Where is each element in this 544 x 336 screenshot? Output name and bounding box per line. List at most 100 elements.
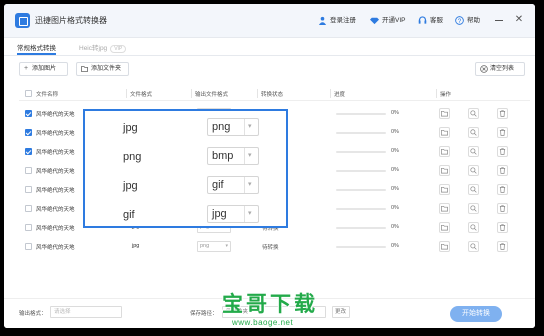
file-format: jpg <box>132 243 140 249</box>
preview-icon[interactable] <box>468 127 479 138</box>
clear-icon <box>480 65 488 73</box>
login-button[interactable]: 登录注册 <box>318 15 356 27</box>
open-folder-icon[interactable] <box>439 146 450 157</box>
output-format-dropdown[interactable]: png ▾ <box>197 241 231 252</box>
format-mapping-row: jpg png ▾ <box>85 114 286 143</box>
open-folder-icon[interactable] <box>439 203 450 214</box>
delete-icon[interactable] <box>497 127 508 138</box>
delete-icon[interactable] <box>497 222 508 233</box>
file-name: 风华绝代的天地 <box>36 245 75 251</box>
select-divider <box>244 119 245 135</box>
open-folder-icon[interactable] <box>439 184 450 195</box>
preview-icon[interactable] <box>468 222 479 233</box>
table-header: 文件名称 文件格式 输出文件格式 转换状态 进度 操作 <box>19 87 530 101</box>
delete-icon[interactable] <box>497 241 508 252</box>
output-format-select[interactable]: png ▾ <box>207 118 259 136</box>
delete-icon[interactable] <box>497 203 508 214</box>
tab-regular-convert[interactable]: 常规格式转换 <box>17 42 56 55</box>
input-format: gif <box>123 209 135 221</box>
output-format-select[interactable]: jpg ▾ <box>207 205 259 223</box>
delete-icon[interactable] <box>497 184 508 195</box>
input-format: png <box>123 151 142 163</box>
start-convert-button[interactable]: 开始转换 <box>450 306 502 322</box>
file-name: 风华绝代的天地 <box>36 207 75 213</box>
progress-percent: 0% <box>391 243 399 249</box>
progress-bar <box>336 246 386 248</box>
file-name: 风华绝代的天地 <box>36 188 75 194</box>
input-format: jpg <box>123 180 138 192</box>
service-label: 客服 <box>430 17 443 24</box>
progress-bar <box>336 113 386 115</box>
open-folder-icon[interactable] <box>439 222 450 233</box>
clear-list-button[interactable]: 清空列表 <box>475 62 525 76</box>
close-icon[interactable]: ✕ <box>512 14 526 26</box>
progress-percent: 0% <box>391 110 399 116</box>
row-checkbox[interactable] <box>25 186 32 193</box>
progress-bar <box>336 151 386 153</box>
row-checkbox[interactable] <box>25 224 32 231</box>
delete-icon[interactable] <box>497 108 508 119</box>
format-mapping-row: png bmp ▾ <box>85 143 286 172</box>
vip-button[interactable]: 开通VIP <box>370 15 405 27</box>
save-path-label: 保存路径： <box>190 311 218 317</box>
preview-icon[interactable] <box>468 241 479 252</box>
column-divider <box>191 89 192 98</box>
app-title: 迅捷图片格式转换器 <box>35 16 107 25</box>
file-name: 风华绝代的天地 <box>36 131 75 137</box>
progress-bar <box>336 132 386 134</box>
progress-bar <box>336 208 386 210</box>
preview-icon[interactable] <box>468 165 479 176</box>
tab-heic-to-jpg[interactable]: Heic转jpg VIP <box>79 42 127 53</box>
progress-bar <box>336 170 386 172</box>
row-checkbox[interactable] <box>25 110 32 117</box>
file-name: 风华绝代的天地 <box>36 226 75 232</box>
format-mapping-row: gif jpg ▾ <box>85 201 286 230</box>
preview-icon[interactable] <box>468 184 479 195</box>
open-folder-icon[interactable] <box>439 127 450 138</box>
output-format-select[interactable]: bmp ▾ <box>207 147 259 165</box>
output-format-select[interactable]: 请选择 <box>50 306 122 318</box>
open-folder-icon[interactable] <box>439 241 450 252</box>
preview-icon[interactable] <box>468 108 479 119</box>
file-name: 风华绝代的天地 <box>36 169 75 175</box>
delete-icon[interactable] <box>497 146 508 157</box>
watermark-sub: www.baoge.net <box>232 318 294 327</box>
login-label: 登录注册 <box>330 17 356 24</box>
open-folder-icon[interactable] <box>439 108 450 119</box>
select-all-checkbox[interactable] <box>25 90 32 97</box>
help-icon: ? <box>455 15 464 25</box>
progress-percent: 0% <box>391 167 399 173</box>
col-actions: 操作 <box>440 92 452 98</box>
add-folder-button[interactable]: 添加文件夹 <box>76 62 129 76</box>
row-checkbox[interactable] <box>25 167 32 174</box>
output-format-value: png <box>212 121 231 133</box>
output-format-value: bmp <box>212 150 234 162</box>
service-button[interactable]: 客服 <box>418 15 443 27</box>
select-divider <box>244 206 245 222</box>
col-output-format: 输出文件格式 <box>195 92 229 98</box>
open-folder-icon[interactable] <box>439 165 450 176</box>
add-image-label: 添加图片 <box>32 66 57 72</box>
help-button[interactable]: ? 帮助 <box>455 15 480 27</box>
row-checkbox[interactable] <box>25 129 32 136</box>
folder-icon <box>81 66 88 72</box>
output-format-value: png <box>200 243 210 249</box>
output-format-label: 输出格式： <box>19 311 47 317</box>
progress-bar <box>336 189 386 191</box>
output-format-select[interactable]: gif ▾ <box>207 176 259 194</box>
row-checkbox[interactable] <box>25 243 32 250</box>
add-image-button[interactable]: + 添加图片 <box>19 62 68 76</box>
preview-icon[interactable] <box>468 146 479 157</box>
column-divider <box>257 89 258 98</box>
svg-text:?: ? <box>458 18 462 25</box>
file-name: 风华绝代的天地 <box>36 112 75 118</box>
delete-icon[interactable] <box>497 165 508 176</box>
progress-percent: 0% <box>391 129 399 135</box>
change-path-button[interactable]: 更改 <box>332 306 350 318</box>
help-label: 帮助 <box>467 17 480 24</box>
row-checkbox[interactable] <box>25 148 32 155</box>
preview-icon[interactable] <box>468 203 479 214</box>
minimize-button[interactable] <box>492 14 506 26</box>
row-checkbox[interactable] <box>25 205 32 212</box>
plus-icon: + <box>24 65 29 72</box>
